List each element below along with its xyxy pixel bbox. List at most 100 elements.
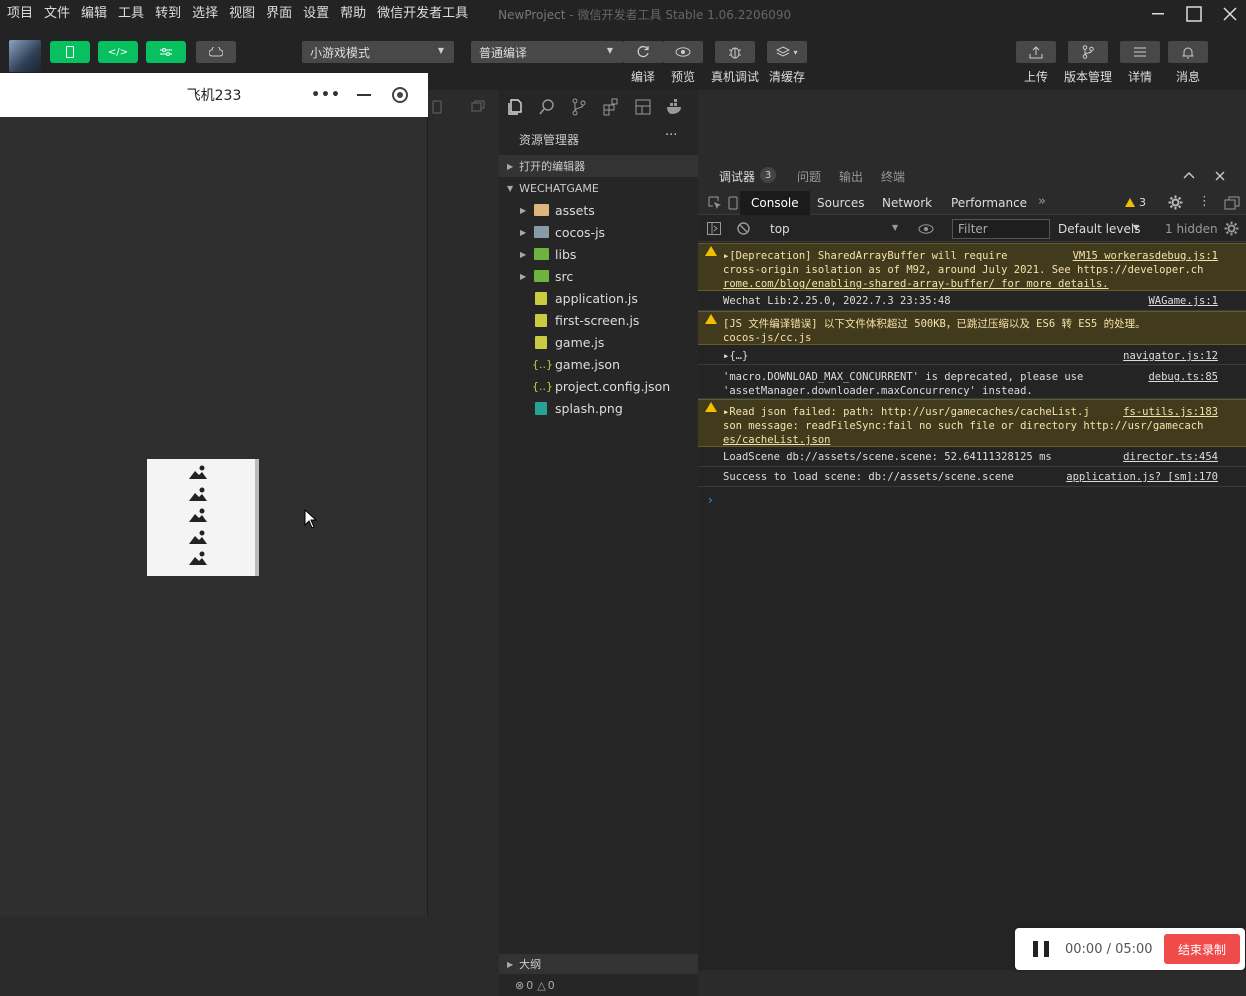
clear-cache-button[interactable]: ▾ [767,41,807,63]
source-control-icon[interactable] [568,96,590,118]
console-message[interactable]: Success to load scene: db://assets/scene… [698,467,1246,487]
log-source-link[interactable]: application.js? [sm]:170 [1066,470,1218,484]
gear-icon[interactable] [1224,221,1239,236]
error-count[interactable]: 0 [526,979,533,992]
messages-button[interactable] [1168,41,1208,63]
compile-button[interactable] [623,41,663,63]
simulator-toggle-button[interactable] [50,41,90,63]
console-prompt[interactable]: › [708,493,713,507]
tab-console[interactable]: Console [740,191,810,215]
tree-item-game-js[interactable]: game.js [499,331,698,353]
real-debug-button[interactable] [715,41,755,63]
project-section[interactable]: ▼ WECHATGAME [499,177,698,199]
tree-item-game-json[interactable]: {..} game.json [499,353,698,375]
maximize-button[interactable] [1176,0,1212,28]
filter-input[interactable]: Filter [952,219,1050,239]
tree-item-src[interactable]: ▶ src [499,265,698,287]
console-message[interactable]: [JS 文件编译错误] 以下文件体积超过 500KB，已跳过压缩以及 ES6 转… [698,311,1246,345]
tree-item-libs[interactable]: ▶ libs [499,243,698,265]
open-editors-section[interactable]: ▶ 打开的编辑器 [499,155,698,177]
tab-network[interactable]: Network [871,191,943,215]
tab-problems[interactable]: 问题 [797,168,821,185]
tab-sources[interactable]: Sources [806,191,875,215]
window-icon[interactable] [471,100,485,112]
chevron-up-icon[interactable] [1183,171,1195,179]
avatar[interactable] [9,40,41,72]
device-icon[interactable] [728,196,738,210]
more-icon[interactable]: ··· [665,128,677,143]
log-source-link[interactable]: WAGame.js:1 [1148,294,1218,308]
tree-item-application-js[interactable]: application.js [499,287,698,309]
kebab-menu-icon[interactable]: ⋮ [1198,195,1211,208]
inspect-icon[interactable] [708,196,722,210]
pause-button[interactable] [1033,941,1049,957]
menu-interface[interactable]: 界面 [262,0,296,28]
cloud-dev-button[interactable] [196,41,236,63]
warning-count[interactable]: 0 [548,979,555,992]
phone-icon[interactable] [432,100,442,114]
log-source-link[interactable]: debug.ts:85 [1148,370,1218,384]
warning-count[interactable]: 3 [1139,196,1146,209]
capsule-close-button[interactable] [388,85,412,105]
console-message[interactable]: ▸[Deprecation] SharedArrayBuffer will re… [698,243,1246,291]
search-icon[interactable] [536,96,558,118]
tree-item-first-screen-js[interactable]: first-screen.js [499,309,698,331]
menu-view[interactable]: 视图 [225,0,259,28]
console-message[interactable]: Wechat Lib:2.25.0, 2022.7.3 23:35:48 WAG… [698,291,1246,311]
menu-project[interactable]: 项目 [3,0,37,28]
gear-icon[interactable] [1168,195,1183,210]
tree-item-project-config-json[interactable]: {..} project.config.json [499,375,698,397]
tree-item-cocos-js[interactable]: ▶ cocos-js [499,221,698,243]
tab-terminal[interactable]: 终端 [881,168,905,185]
sidebar-toggle-icon[interactable] [707,222,721,235]
log-source-link[interactable]: VM15 workerasdebug.js:1 [1073,249,1218,263]
tab-output[interactable]: 输出 [839,168,863,185]
upload-button[interactable] [1016,41,1056,63]
tab-debugger[interactable]: 调试器 [719,168,755,185]
outline-section[interactable]: ▶ 大纲 [499,954,698,974]
menu-tools[interactable]: 工具 [114,0,148,28]
tab-performance[interactable]: Performance [940,191,1038,215]
minimize-button[interactable] [1140,0,1176,28]
menu-help[interactable]: 帮助 [336,0,370,28]
chevron-down-icon[interactable]: ▼ [892,223,898,232]
debugger-toggle-button[interactable] [146,41,186,63]
menu-select[interactable]: 选择 [188,0,222,28]
files-icon[interactable] [504,96,526,118]
log-source-link[interactable]: navigator.js:12 [1123,349,1218,363]
capsule-more-button[interactable]: ••• [311,85,340,105]
preview-button[interactable] [663,41,703,63]
compile-mode-select[interactable]: 小游戏模式 ▼ [302,41,454,63]
more-tabs-icon[interactable]: » [1038,194,1046,209]
console-message[interactable]: ▸{…} navigator.js:12 [698,345,1246,365]
stop-recording-button[interactable]: 结束录制 [1164,934,1240,964]
docker-icon[interactable] [664,96,686,118]
console-message[interactable]: 'macro.DOWNLOAD_MAX_CONCURRENT' is depre… [698,365,1246,399]
console-message[interactable]: LoadScene db://assets/scene.scene: 52.64… [698,447,1246,467]
details-button[interactable] [1120,41,1160,63]
menu-settings[interactable]: 设置 [299,0,333,28]
close-icon[interactable] [1215,171,1225,181]
version-button[interactable] [1068,41,1108,63]
layout-icon[interactable] [632,96,654,118]
extensions-icon[interactable] [600,96,622,118]
console-message[interactable]: ▸Read json failed: path: http://usr/game… [698,399,1246,447]
levels-select[interactable]: Default levels [1058,222,1140,236]
tree-item-splash-png[interactable]: splash.png [499,397,698,419]
menu-file[interactable]: 文件 [40,0,74,28]
menu-devtools[interactable]: 微信开发者工具 [373,0,472,28]
log-source-link[interactable]: fs-utils.js:183 [1123,405,1218,419]
game-canvas[interactable] [147,459,259,576]
menu-edit[interactable]: 编辑 [77,0,111,28]
editor-toggle-button[interactable]: </> [98,41,138,63]
context-select[interactable]: top [770,222,790,236]
tree-item-assets[interactable]: ▶ assets [499,199,698,221]
capsule-minimize-button[interactable] [352,85,376,105]
close-window-button[interactable] [1212,0,1246,28]
compile-type-select[interactable]: 普通编译 ▼ [471,41,623,63]
undock-icon[interactable] [1224,196,1240,210]
eye-icon[interactable] [918,224,934,234]
menu-goto[interactable]: 转到 [151,0,185,28]
chevron-down-icon[interactable]: ▼ [1133,223,1139,232]
clear-console-icon[interactable] [737,222,750,235]
